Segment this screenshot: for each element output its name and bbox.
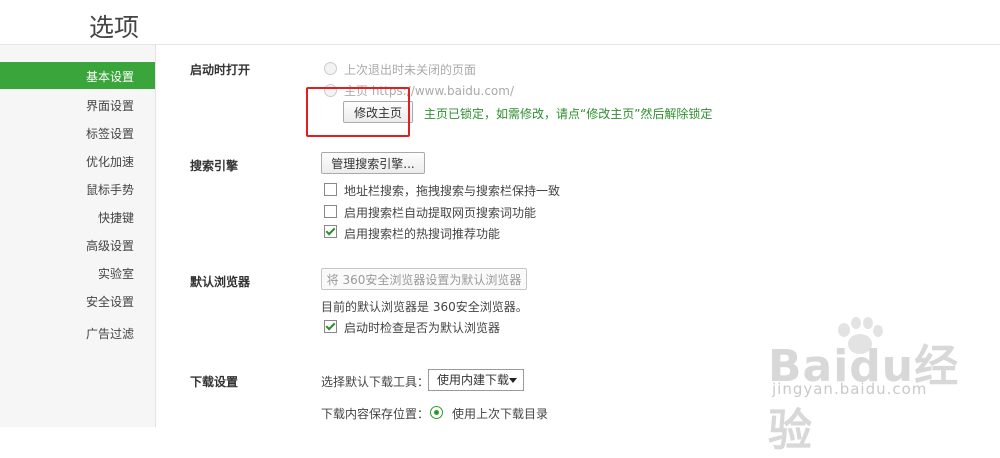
checkbox-check-default-on-startup[interactable] — [324, 320, 337, 333]
page-title: 选项 — [89, 13, 140, 42]
radio-last-session[interactable] — [324, 62, 337, 75]
manage-search-engines-button[interactable]: 管理搜索引擎... — [321, 152, 425, 174]
homepage-lock-notice: 主页已锁定，如需修改，请点“修改主页”然后解除锁定 — [424, 107, 713, 121]
sidebar-item-security[interactable]: 安全设置 — [86, 293, 134, 310]
sidebar-item-shortcuts[interactable]: 快捷键 — [98, 209, 134, 226]
last-session-label: 上次退出时未关闭的页面 — [344, 63, 477, 77]
sidebar-item-interface-settings[interactable]: 界面设置 — [86, 97, 134, 114]
address-bar-search-label: 地址栏搜索，拖拽搜索与搜索栏保持一致 — [344, 184, 561, 198]
checkbox-address-bar-search[interactable] — [324, 183, 337, 196]
sidebar-item-basic-settings[interactable]: 基本设置 — [0, 62, 155, 89]
watermark-url: jingyan.baidu.com — [772, 380, 928, 398]
chevron-down-icon — [509, 378, 517, 383]
highlight-box — [306, 87, 410, 137]
checkbox-hot-search-recommend[interactable] — [324, 225, 337, 238]
radio-use-last-directory[interactable] — [430, 406, 443, 419]
sidebar-item-ad-filter[interactable]: 广告过滤 — [86, 325, 134, 342]
download-tool-select[interactable]: 使用内建下载 — [428, 369, 524, 391]
default-browser-heading: 默认浏览器 — [190, 275, 251, 289]
search-engine-heading: 搜索引擎 — [190, 159, 239, 173]
download-tool-value: 使用内建下载 — [437, 373, 510, 387]
sidebar-item-lab[interactable]: 实验室 — [98, 265, 134, 282]
download-tool-label: 选择默认下载工具： — [321, 375, 430, 389]
save-location-label: 下载内容保存位置： — [321, 407, 430, 421]
use-last-directory-label: 使用上次下载目录 — [452, 407, 549, 421]
sidebar-item-advanced[interactable]: 高级设置 — [86, 237, 134, 254]
auto-extract-keyword-label: 启用搜索栏自动提取网页搜索词功能 — [344, 206, 537, 220]
default-browser-status: 目前的默认浏览器是 360安全浏览器。 — [321, 300, 528, 314]
sidebar-item-mouse-gestures[interactable]: 鼠标手势 — [86, 181, 134, 198]
checkbox-auto-extract-keyword[interactable] — [324, 205, 337, 218]
sidebar-item-label: 基本设置 — [85, 70, 134, 84]
check-default-on-startup-label: 启动时检查是否为默认浏览器 — [344, 321, 501, 335]
download-heading: 下载设置 — [190, 375, 239, 389]
sidebar-item-tab-settings[interactable]: 标签设置 — [86, 125, 134, 142]
sidebar: 基本设置 界面设置 标签设置 优化加速 鼠标手势 快捷键 高级设置 实验室 安全… — [0, 45, 156, 427]
startup-heading: 启动时打开 — [190, 63, 251, 77]
set-default-browser-button[interactable]: 将 360安全浏览器设置为默认浏览器 — [321, 268, 527, 290]
hot-search-recommend-label: 启用搜索栏的热搜词推荐功能 — [344, 227, 501, 241]
sidebar-item-optimize[interactable]: 优化加速 — [86, 153, 134, 170]
